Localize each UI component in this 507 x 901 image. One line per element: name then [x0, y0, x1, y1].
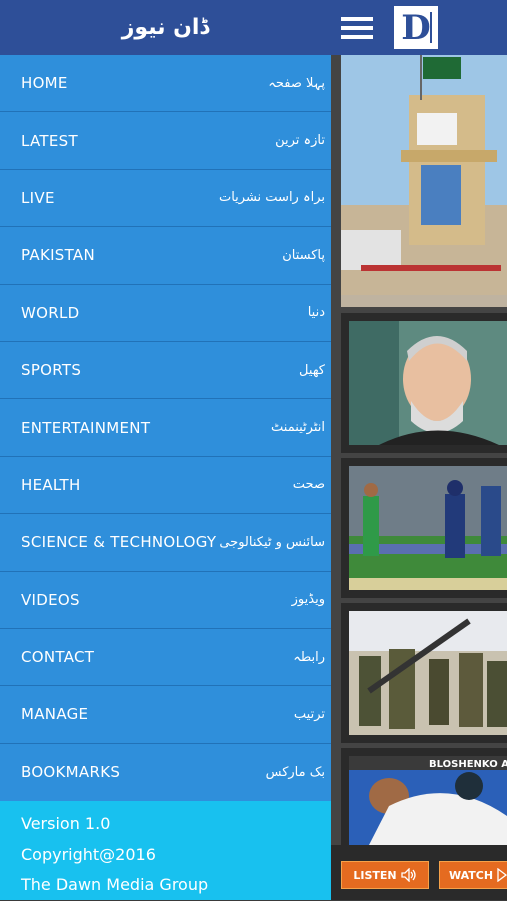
menu-item-health[interactable]: HEALTH صحت: [0, 457, 331, 515]
menu-item-label: MANAGE: [21, 705, 89, 724]
copyright-text: Copyright@2016: [21, 844, 156, 864]
menu-item-label-urdu: دنیا: [307, 305, 325, 321]
drawer-menu: HOME پہلا صفحہ LATEST تازہ ترین LIVE برا…: [0, 55, 331, 801]
menu-item-pakistan[interactable]: PAKISTAN پاکستان: [0, 227, 331, 285]
news-card-image: [349, 611, 507, 735]
news-card-image: BLOSHENKO A: [349, 756, 507, 845]
menu-item-label-urdu: رابطہ: [293, 649, 325, 665]
menu-item-science-technology[interactable]: SCIENCE & TECHNOLOGY سائنس و ٹیکنالوجی: [0, 514, 331, 572]
menu-item-label-urdu: کھیل: [299, 362, 325, 378]
news-card[interactable]: [341, 458, 507, 598]
menu-item-entertainment[interactable]: ENTERTAINMENT انٹرٹینمنٹ: [0, 399, 331, 457]
menu-item-label-urdu: بک مارکس: [265, 764, 325, 780]
menu-item-contact[interactable]: CONTACT رابطہ: [0, 629, 331, 687]
menu-item-label: WORLD: [21, 303, 80, 322]
menu-item-label: PAKISTAN: [21, 246, 96, 265]
menu-item-label: BOOKMARKS: [21, 763, 121, 782]
company-text: The Dawn Media Group: [21, 875, 209, 894]
menu-item-label-urdu: پہلا صفحہ: [268, 75, 325, 91]
menu-item-videos[interactable]: VIDEOS ویڈیوز: [0, 572, 331, 629]
play-icon: [497, 868, 507, 882]
menu-item-label: HOME: [21, 74, 68, 93]
listen-label: LISTEN: [353, 868, 397, 882]
news-card[interactable]: [341, 603, 507, 743]
menu-item-label: LATEST: [21, 131, 78, 150]
card-caption: BLOSHENKO A: [429, 759, 507, 770]
hero-news-image[interactable]: [341, 55, 507, 307]
player-bar: LISTEN WATCH: [331, 845, 507, 900]
hero-illustration: [341, 55, 507, 307]
menu-item-label-urdu: انٹرٹینمنٹ: [271, 420, 325, 436]
menu-item-label-urdu: صحت: [292, 477, 325, 493]
menu-item-sports[interactable]: SPORTS کھیل: [0, 342, 331, 400]
watch-label: WATCH: [448, 868, 494, 882]
menu-item-label-urdu: براہ راست نشریات: [218, 190, 325, 206]
menu-item-label: LIVE: [21, 188, 55, 207]
menu-item-label-urdu: تازہ ترین: [275, 133, 325, 149]
version-text: Version 1.0: [21, 814, 111, 833]
menu-item-label: CONTACT: [21, 648, 95, 667]
news-card[interactable]: [341, 313, 507, 453]
menu-item-bookmarks[interactable]: BOOKMARKS بک مارکس: [0, 744, 331, 801]
dawn-logo[interactable]: D: [392, 4, 440, 51]
menu-item-label-urdu: ویڈیوز: [291, 592, 325, 608]
news-card-image: [349, 466, 507, 590]
news-card[interactable]: BLOSHENKO A: [341, 748, 507, 845]
menu-item-world[interactable]: WORLD دنیا: [0, 285, 331, 342]
news-feed: BLOSHENKO A: [331, 55, 507, 845]
menu-item-label: SCIENCE & TECHNOLOGY: [21, 533, 217, 552]
drawer-footer: Version 1.0 Copyright@2016 The Dawn Medi…: [0, 801, 331, 900]
listen-button[interactable]: LISTEN: [341, 861, 429, 889]
news-card-image: [349, 321, 507, 445]
speaker-icon: [400, 868, 416, 882]
menu-item-label-urdu: پاکستان: [282, 247, 325, 263]
menu-item-label: VIDEOS: [21, 590, 80, 609]
menu-item-live[interactable]: LIVE براہ راست نشریات: [0, 170, 331, 228]
menu-item-home[interactable]: HOME پہلا صفحہ: [0, 55, 331, 113]
menu-item-label-urdu: ترتیب: [293, 706, 325, 722]
drawer-title: ڈان نیوز: [0, 0, 331, 55]
menu-item-latest[interactable]: LATEST تازہ ترین: [0, 112, 331, 170]
menu-item-label-urdu: سائنس و ٹیکنالوجی: [219, 534, 325, 550]
hamburger-icon[interactable]: [341, 9, 383, 47]
watch-button[interactable]: WATCH: [439, 861, 507, 889]
menu-item-label: ENTERTAINMENT: [21, 418, 151, 437]
menu-item-label: HEALTH: [21, 475, 81, 494]
menu-item-label: SPORTS: [21, 361, 82, 380]
logo-letter: D: [401, 7, 431, 48]
side-drawer: ڈان نیوز HOME پہلا صفحہ LATEST تازہ ترین…: [0, 0, 331, 900]
menu-item-manage[interactable]: MANAGE ترتیب: [0, 686, 331, 744]
